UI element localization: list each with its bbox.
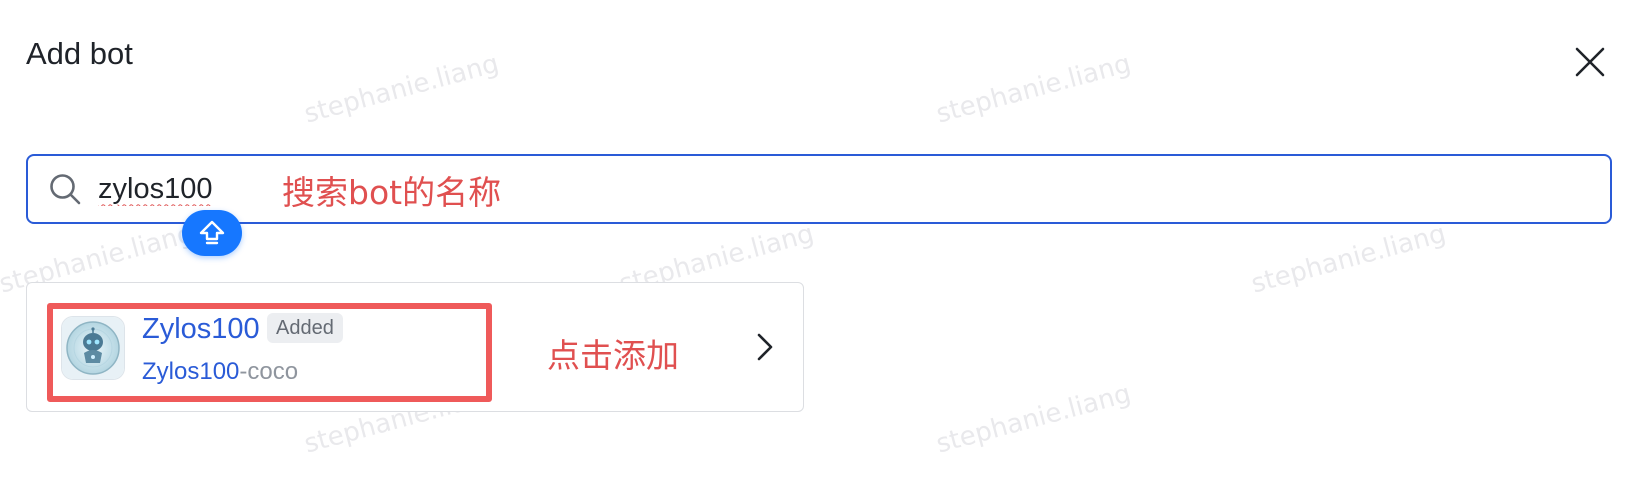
watermark: stephanie.liang bbox=[933, 48, 1135, 130]
added-badge: Added bbox=[267, 313, 343, 343]
shift-key-icon bbox=[199, 220, 225, 245]
chevron-right-icon bbox=[757, 333, 773, 361]
watermark: stephanie.liang bbox=[301, 48, 503, 130]
search-annotation: 搜索bot的名称 bbox=[282, 173, 502, 212]
bot-subtitle: Zylos100-coco bbox=[142, 358, 298, 386]
close-icon bbox=[1575, 47, 1605, 77]
shift-badge bbox=[182, 210, 242, 256]
bot-subtitle-highlight: Zylos100 bbox=[142, 358, 240, 385]
watermark: stephanie.liang bbox=[1248, 218, 1450, 300]
bot-result-item[interactable]: Zylos100 Added Zylos100-coco 点击添加 bbox=[26, 282, 804, 412]
click-annotation: 点击添加 bbox=[547, 336, 679, 375]
watermark: stephanie.liang bbox=[933, 378, 1135, 460]
search-icon bbox=[50, 174, 81, 205]
bot-name: Zylos100 bbox=[142, 313, 260, 345]
search-box bbox=[26, 154, 1612, 224]
robot-avatar bbox=[61, 316, 125, 380]
dialog-title: Add bot bbox=[26, 36, 133, 71]
add-bot-dialog: stephanie.liang stephanie.liang stephani… bbox=[0, 0, 1648, 494]
close-button[interactable] bbox=[1568, 40, 1612, 84]
bot-subtitle-rest: -coco bbox=[239, 358, 299, 385]
